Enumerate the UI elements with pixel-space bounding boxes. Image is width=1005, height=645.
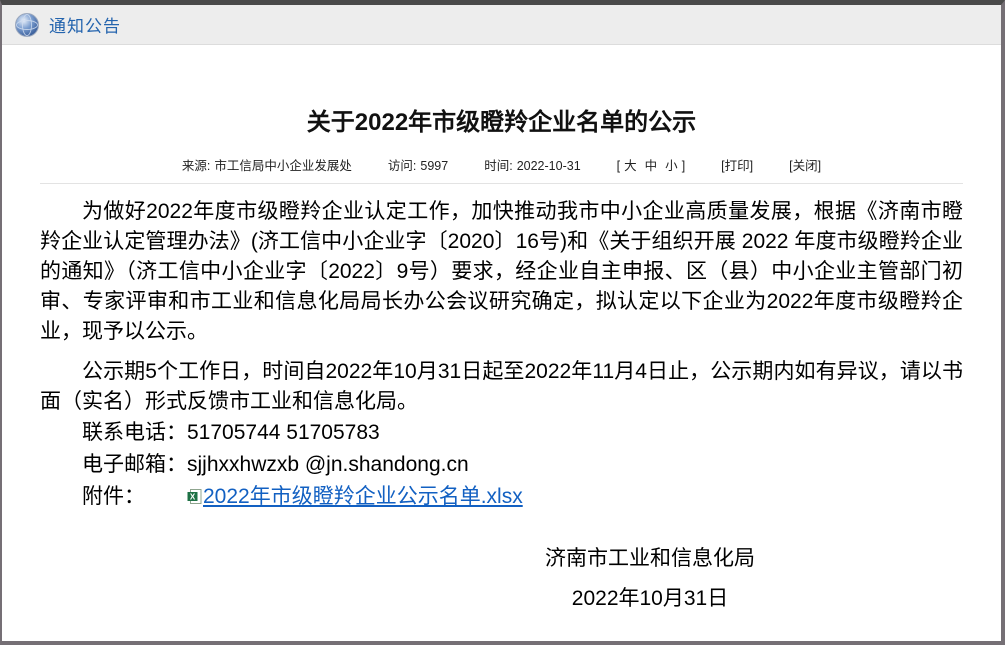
signature-date: 2022年10月31日 — [440, 584, 860, 614]
article-container: 关于2022年市级瞪羚企业名单的公示 来源: 市工信局中小企业发展处 访问: 599… — [2, 107, 1001, 614]
print-button[interactable]: [打印] — [721, 155, 753, 174]
notice-page: 通知公告 关于2022年市级瞪羚企业名单的公示 来源: 市工信局中小企业发展处 访… — [0, 0, 1005, 645]
excel-file-icon: X — [145, 482, 202, 514]
attachment-link[interactable]: 2022年市级瞪羚企业公示名单.xlsx — [203, 485, 523, 508]
font-size-small-button[interactable]: 小 — [665, 159, 678, 173]
font-size-bracket-close: ] — [682, 159, 685, 173]
meta-source: 来源: 市工信局中小企业发展处 — [182, 155, 352, 174]
article-body: 为做好2022年度市级瞪羚企业认定工作，加快推动我市中小企业高质量发展，根据《济… — [40, 197, 963, 514]
meta-source-value: 市工信局中小企业发展处 — [214, 159, 352, 173]
font-size-large-button[interactable]: 大 — [624, 159, 637, 173]
attachment-line: 附件： X 2022年市级瞪羚企业公示名单.xlsx — [40, 481, 963, 514]
paragraph-2: 公示期5个工作日，时间自2022年10月31日起至2022年11月4日止，公示期… — [40, 357, 963, 417]
contact-email-line: 电子邮箱：sjjhxxhwzxb @jn.shandong.cn — [40, 449, 963, 481]
article-title: 关于2022年市级瞪羚企业名单的公示 — [40, 107, 963, 139]
section-header-bar: 通知公告 — [2, 5, 1001, 45]
font-size-bracket-open: [ — [617, 159, 620, 173]
meta-time: 时间: 2022-10-31 — [484, 155, 580, 174]
contact-phone-label: 联系电话： — [82, 421, 187, 444]
font-size-medium-button[interactable]: 中 — [645, 159, 658, 173]
signature-org: 济南市工业和信息化局 — [440, 544, 860, 574]
article-meta-row: 来源: 市工信局中小企业发展处 访问: 5997 时间: 2022-10-31 [ 大中… — [40, 155, 963, 174]
meta-visits-value: 5997 — [420, 159, 448, 173]
contact-phone-line: 联系电话：51705744 51705783 — [40, 417, 963, 449]
meta-time-label: 时间: — [484, 159, 512, 173]
svg-text:X: X — [190, 492, 196, 501]
contact-email-label: 电子邮箱： — [82, 453, 187, 476]
font-size-control: [ 大中小] — [617, 155, 686, 174]
attachment-label: 附件： — [82, 485, 145, 508]
meta-visits: 访问: 5997 — [388, 155, 448, 174]
meta-time-value: 2022-10-31 — [517, 159, 581, 173]
contact-phone-value: 51705744 51705783 — [187, 421, 380, 444]
meta-source-label: 来源: — [182, 159, 210, 173]
close-button[interactable]: [关闭] — [789, 155, 821, 174]
contact-email-value: sjjhxxhwzxb @jn.shandong.cn — [187, 453, 469, 476]
signature-block: 济南市工业和信息化局 2022年10月31日 — [440, 544, 860, 614]
globe-icon — [14, 12, 40, 38]
page-title: 通知公告 — [49, 12, 121, 37]
paragraph-1: 为做好2022年度市级瞪羚企业认定工作，加快推动我市中小企业高质量发展，根据《济… — [40, 197, 963, 347]
meta-divider — [40, 183, 963, 184]
meta-visits-label: 访问: — [388, 159, 416, 173]
